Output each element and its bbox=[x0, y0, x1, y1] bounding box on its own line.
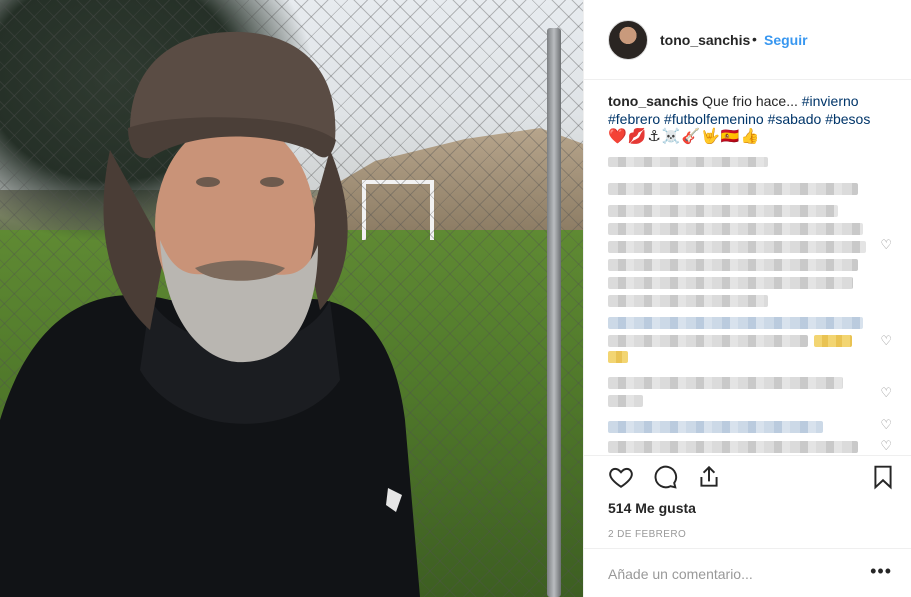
bookmark-icon[interactable] bbox=[870, 464, 896, 490]
post-date[interactable]: 2 de febrero bbox=[608, 529, 686, 540]
more-options-icon[interactable]: ••• bbox=[870, 561, 892, 582]
follow-button[interactable]: Seguir bbox=[764, 32, 808, 48]
avatar[interactable] bbox=[608, 20, 648, 60]
hashtag-febrero[interactable]: #febrero bbox=[608, 111, 660, 127]
hashtag-invierno[interactable]: #invierno bbox=[802, 93, 859, 109]
comment-blurred bbox=[608, 441, 858, 453]
comment-blurred bbox=[608, 277, 853, 289]
post-caption: tono_sanchis Que frio hace... #invierno … bbox=[608, 92, 896, 128]
comment-emoji-blurred bbox=[814, 335, 852, 347]
caption-username[interactable]: tono_sanchis bbox=[608, 93, 698, 109]
comment-blurred bbox=[608, 223, 863, 235]
comment-blurred bbox=[608, 395, 643, 407]
comment-heart-icon[interactable]: ♡ bbox=[880, 237, 892, 253]
hashtag-sabado[interactable]: #sabado bbox=[768, 111, 822, 127]
comment-heart-icon[interactable]: ♡ bbox=[880, 417, 892, 433]
photo-person bbox=[0, 31, 420, 597]
comment-blurred bbox=[608, 335, 808, 347]
action-bar bbox=[584, 455, 911, 495]
caption-emojis: ❤️💋⚓☠️🎸🤟🇪🇸👍 bbox=[608, 128, 761, 145]
hashtag-besos[interactable]: #besos bbox=[825, 111, 870, 127]
comment-blurred bbox=[608, 157, 768, 167]
username-link[interactable]: tono_sanchis bbox=[660, 32, 750, 48]
comment-blurred bbox=[608, 377, 843, 389]
heart-icon[interactable] bbox=[608, 464, 634, 490]
comment-heart-icon[interactable]: ♡ bbox=[880, 385, 892, 401]
post-header: tono_sanchis • Seguir bbox=[584, 0, 911, 80]
comment-blurred bbox=[608, 259, 858, 271]
caption-text: Que frio hace... bbox=[698, 93, 802, 109]
hashtag-futbolfemenino[interactable]: #futbolfemenino bbox=[664, 111, 764, 127]
comment-icon[interactable] bbox=[652, 464, 678, 490]
likes-count[interactable]: 514 Me gusta bbox=[608, 500, 696, 516]
comment-blurred bbox=[608, 421, 823, 433]
add-comment-bar: ••• bbox=[584, 548, 911, 597]
comment-heart-icon[interactable]: ♡ bbox=[880, 438, 892, 454]
comment-heart-icon[interactable]: ♡ bbox=[880, 333, 892, 349]
post-photo[interactable] bbox=[0, 0, 583, 597]
comment-blurred bbox=[608, 183, 858, 195]
post-panel: tono_sanchis • Seguir tono_sanchis Que f… bbox=[583, 0, 911, 597]
comment-emoji-blurred bbox=[608, 351, 628, 363]
share-icon[interactable] bbox=[696, 464, 722, 490]
comment-blurred bbox=[608, 317, 863, 329]
comment-blurred bbox=[608, 205, 838, 217]
comments-list[interactable]: ♡ ♡ ♡ ♡ ♡ bbox=[604, 155, 904, 455]
header-separator: • bbox=[752, 31, 757, 47]
comment-blurred bbox=[608, 241, 866, 253]
comment-blurred bbox=[608, 295, 768, 307]
add-comment-input[interactable] bbox=[608, 566, 858, 582]
